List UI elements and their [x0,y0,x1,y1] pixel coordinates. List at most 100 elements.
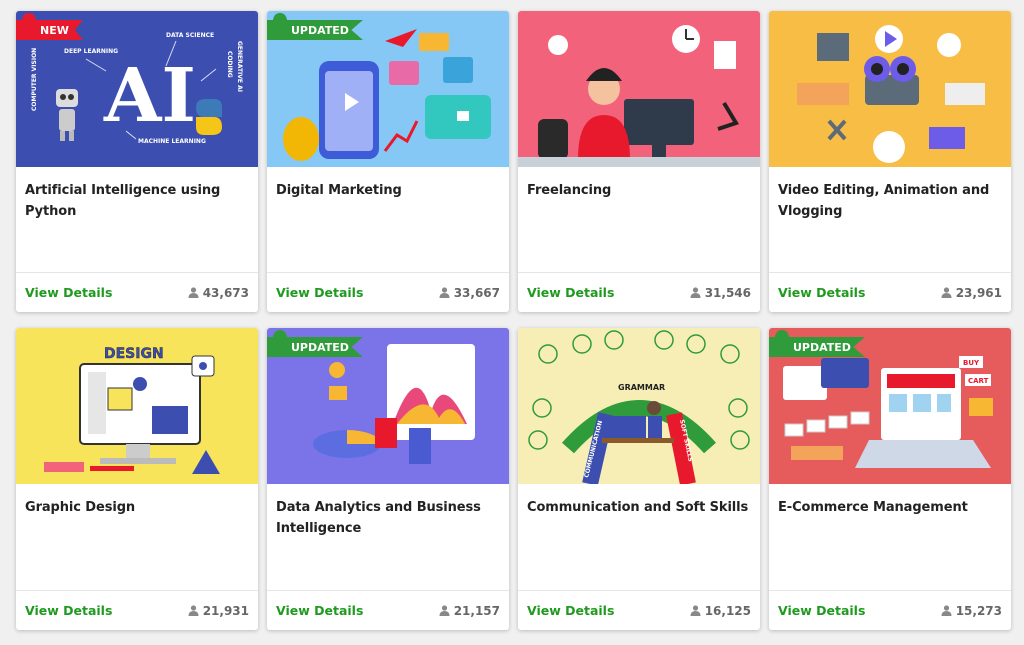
desk-surface [518,157,760,167]
view-details-link[interactable]: View Details [25,603,112,618]
leaf-icon [283,117,319,161]
ai-label: COMPUTER VISION [31,48,38,111]
enrollment-count: 16,125 [690,604,751,618]
monitor-icon [624,99,694,145]
comm-label: GRAMMAR [618,383,665,392]
course-thumbnail[interactable]: BUY CART UPDATED [769,328,1011,484]
view-details-link[interactable]: View Details [527,603,614,618]
python-logo-icon [196,99,222,135]
course-title[interactable]: Communication and Soft Skills [518,484,760,518]
course-card[interactable]: BUY CART UPDATED E-Commerce Management V… [769,328,1011,630]
view-details-link[interactable]: View Details [527,285,614,300]
folder-icon [329,386,347,400]
view-details-link[interactable]: View Details [276,285,363,300]
badge-label: UPDATED [769,337,865,357]
course-title[interactable]: Data Analytics and Business Intelligence [267,484,509,539]
user-icon [188,605,199,616]
course-card[interactable]: GRAMMAR COMMUNICATION SOFT SKILLS Commun… [518,328,760,630]
user-icon [188,287,199,298]
enrollment-number: 21,157 [453,603,500,618]
storyboard-icon [945,83,985,105]
color-wheel-icon [133,377,147,391]
course-title[interactable]: Video Editing, Animation and Vlogging [769,167,1011,222]
enrollment-number: 16,125 [704,603,751,618]
card-footer: View Details 33,667 [267,272,509,312]
cart-label: CART [968,377,989,385]
lightbulb-icon [548,35,568,55]
course-thumbnail[interactable]: AI DEEP LEARNING DATA SCIENCE CODING GEN… [16,11,258,167]
server-icon [409,428,431,464]
desk-icon [602,438,674,443]
box-icon [969,398,993,416]
enrollment-number: 33,667 [453,285,500,300]
course-card[interactable]: Freelancing View Details 31,546 [518,11,760,312]
badge-label: UPDATED [267,337,363,357]
course-thumbnail[interactable] [518,11,760,167]
enrollment-count: 15,273 [941,604,1002,618]
course-card[interactable]: Video Editing, Animation and Vlogging Vi… [769,11,1011,312]
user-icon [690,605,701,616]
user-icon [439,605,450,616]
enrollment-count: 31,546 [690,286,751,300]
directors-chair-icon [817,33,849,61]
film-reel-icon [873,131,905,163]
ai-label: GENERATIVE AI [236,41,243,92]
design-word-text: DESIGN [104,346,164,362]
user-icon [941,605,952,616]
credit-card-icon [821,358,869,388]
enrollment-number: 15,273 [955,603,1002,618]
course-card[interactable]: DESIGN Graphic Design View Details 21,93… [16,328,258,630]
course-card[interactable]: UPDATED Digital Marketing View Details 3… [267,11,509,312]
new-badge: NEW [16,13,83,41]
ai-big-text: AI [103,53,196,139]
view-details-link[interactable]: View Details [25,285,112,300]
film-strip-icon [797,83,849,105]
enrollment-number: 31,546 [704,285,751,300]
enrollment-count: 43,673 [188,286,249,300]
course-title[interactable]: Graphic Design [16,484,258,518]
cube-icon [375,418,397,448]
course-thumbnail[interactable]: DESIGN [16,328,258,484]
card-footer: View Details 16,125 [518,590,760,630]
dashboard-panel [387,344,475,440]
enrollment-number: 21,931 [202,603,249,618]
wallet-icon [791,446,843,460]
chair-icon [538,119,568,159]
view-details-link[interactable]: View Details [778,603,865,618]
course-thumbnail[interactable] [769,11,1011,167]
user-icon [439,287,450,298]
view-details-link[interactable]: View Details [276,603,363,618]
enrollment-count: 21,157 [439,604,500,618]
badge-label: NEW [16,20,83,40]
enrollment-number: 23,961 [955,285,1002,300]
course-thumbnail[interactable]: UPDATED [267,11,509,167]
image-file-icon [714,41,736,69]
ai-label: MACHINE LEARNING [138,138,206,145]
badge-label: UPDATED [267,20,363,40]
course-card[interactable]: UPDATED Data Analytics and Business Inte… [267,328,509,630]
view-details-link[interactable]: View Details [778,285,865,300]
course-title[interactable]: Artificial Intelligence using Python [16,167,258,222]
books-icon [44,462,84,472]
enrollment-count: 23,961 [941,286,1002,300]
laptop-icon [606,416,646,438]
course-title[interactable]: Freelancing [518,167,760,201]
course-title[interactable]: E-Commerce Management [769,484,1011,518]
card-footer: View Details 43,673 [16,272,258,312]
card-footer: View Details 21,157 [267,590,509,630]
share-icon [419,33,449,51]
updated-badge: UPDATED [267,13,363,41]
freelancing-illustration [518,11,760,167]
person-head [647,401,661,415]
graphic-design-illustration: DESIGN [16,328,258,484]
course-thumbnail[interactable]: GRAMMAR COMMUNICATION SOFT SKILLS [518,328,760,484]
card-footer: View Details 15,273 [769,590,1011,630]
ai-label: DATA SCIENCE [166,32,214,39]
course-thumbnail[interactable]: UPDATED [267,328,509,484]
stopwatch-icon [937,33,961,57]
buy-label: BUY [963,359,980,367]
course-title[interactable]: Digital Marketing [267,167,509,201]
mail-icon [443,57,473,83]
pencil-icon [90,466,134,471]
course-card[interactable]: AI DEEP LEARNING DATA SCIENCE CODING GEN… [16,11,258,312]
